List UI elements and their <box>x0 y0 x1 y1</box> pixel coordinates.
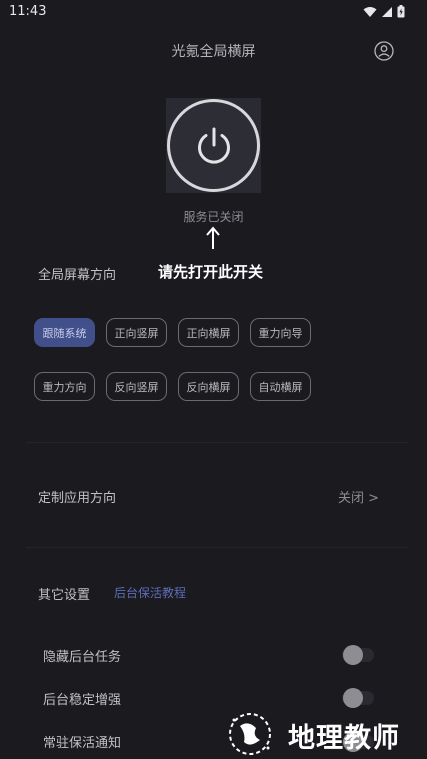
orientation-option-follow-system[interactable]: 跟随系统 <box>34 318 95 347</box>
orientation-option-portrait[interactable]: 正向竖屏 <box>106 318 167 347</box>
signal-icon <box>382 6 392 17</box>
hide-background-task-toggle[interactable] <box>342 645 374 665</box>
orientation-option-gravity[interactable]: 重力方向 <box>34 372 95 401</box>
background-stability-toggle[interactable] <box>342 688 374 708</box>
background-stability-label: 后台稳定增强 <box>43 693 122 708</box>
divider <box>26 442 409 443</box>
background-keepalive-tutorial-link[interactable]: 后台保活教程 <box>114 584 186 601</box>
user-icon <box>374 41 394 61</box>
orientation-label: 全局屏幕方向 <box>38 268 117 283</box>
power-icon <box>197 127 230 164</box>
divider <box>26 547 409 548</box>
status-icons <box>363 5 405 18</box>
app-orientation-label[interactable]: 定制应用方向 <box>38 487 116 506</box>
status-time: 11:43 <box>9 4 47 19</box>
orientation-option-reverse-portrait[interactable]: 反向竖屏 <box>106 372 167 401</box>
orientation-option-reverse-landscape[interactable]: 反向横屏 <box>178 372 239 401</box>
toggle-knob <box>343 645 363 665</box>
orientation-option-landscape[interactable]: 正向横屏 <box>178 318 239 347</box>
toggle-knob <box>343 688 363 708</box>
arrow-up-icon <box>206 226 220 249</box>
hide-background-task-label: 隐藏后台任务 <box>43 650 122 665</box>
orientation-option-gravity-guide[interactable]: 重力向导 <box>250 318 311 347</box>
power-toggle-button[interactable] <box>167 99 260 192</box>
other-settings-label: 其它设置 <box>38 588 91 603</box>
status-bar: 11:43 <box>0 0 427 26</box>
profile-button[interactable] <box>374 41 394 61</box>
watermark-text: 地理教师 <box>288 723 400 754</box>
app-orientation-value[interactable]: 关闭 > <box>338 487 379 506</box>
app-title: 光氪全局横屏 <box>171 44 256 60</box>
battery-icon <box>397 5 405 18</box>
annotation-text: 请先打开此开关 <box>158 263 264 281</box>
service-status-text: 服务已关闭 <box>183 210 244 224</box>
persistent-notification-label: 常驻保活通知 <box>43 736 122 751</box>
wifi-icon <box>363 6 377 17</box>
orientation-option-auto-landscape[interactable]: 自动横屏 <box>250 372 311 401</box>
